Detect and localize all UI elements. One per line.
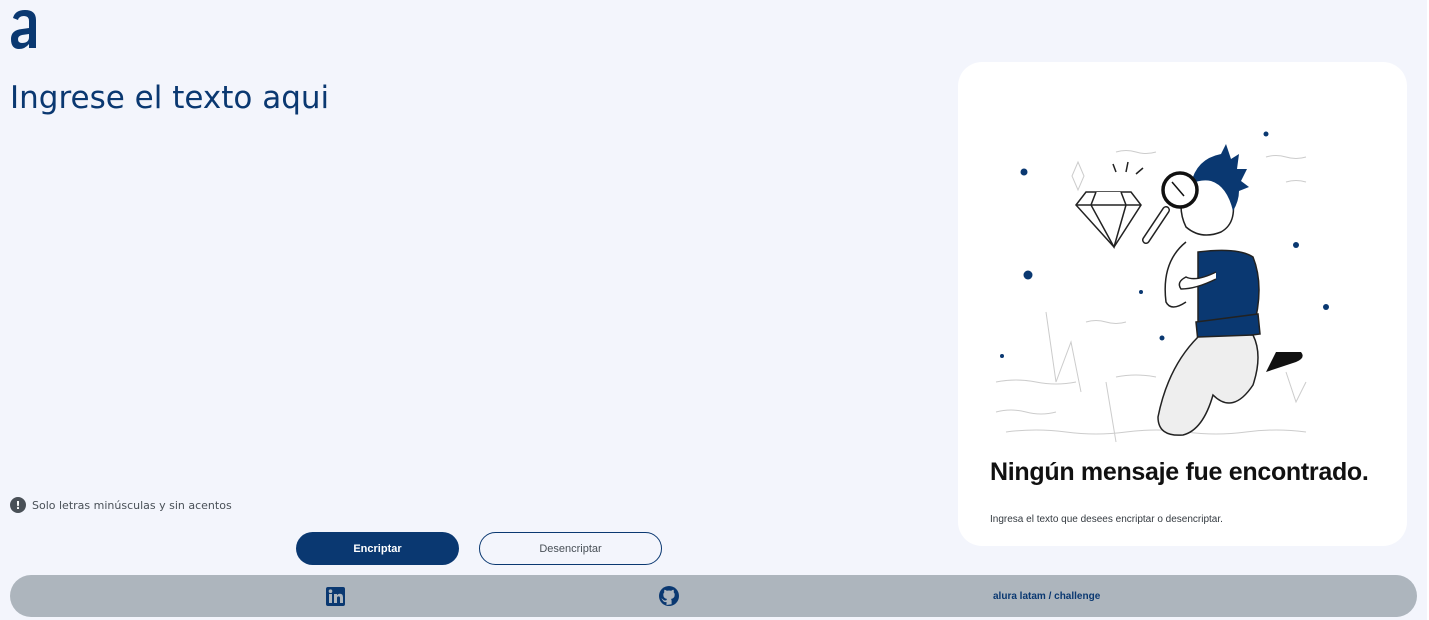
decrypt-button[interactable]: Desencriptar xyxy=(479,532,662,565)
exclamation-icon: ! xyxy=(10,497,26,513)
encrypt-button[interactable]: Encriptar xyxy=(296,532,459,565)
person-with-magnifier-illustration xyxy=(995,131,1329,443)
result-card: Ningún mensaje fue encontrado. Ingresa e… xyxy=(958,62,1407,546)
linkedin-link[interactable] xyxy=(326,575,345,617)
linkedin-icon xyxy=(326,586,345,606)
hint-text: Solo letras minúsculas y sin acentos xyxy=(32,498,232,512)
input-hint: ! Solo letras minúsculas y sin acentos xyxy=(10,497,232,513)
footer: alura latam / challenge xyxy=(10,575,1417,617)
alura-logo[interactable] xyxy=(8,8,40,50)
empty-state-subtitle: Ingresa el texto que desees encriptar o … xyxy=(990,514,1223,525)
empty-state-title: Ningún mensaje fue encontrado. xyxy=(990,458,1369,486)
github-icon xyxy=(659,586,679,606)
github-link[interactable] xyxy=(659,575,679,617)
message-input[interactable] xyxy=(10,80,910,480)
footer-credit[interactable]: alura latam / challenge xyxy=(993,575,1100,617)
